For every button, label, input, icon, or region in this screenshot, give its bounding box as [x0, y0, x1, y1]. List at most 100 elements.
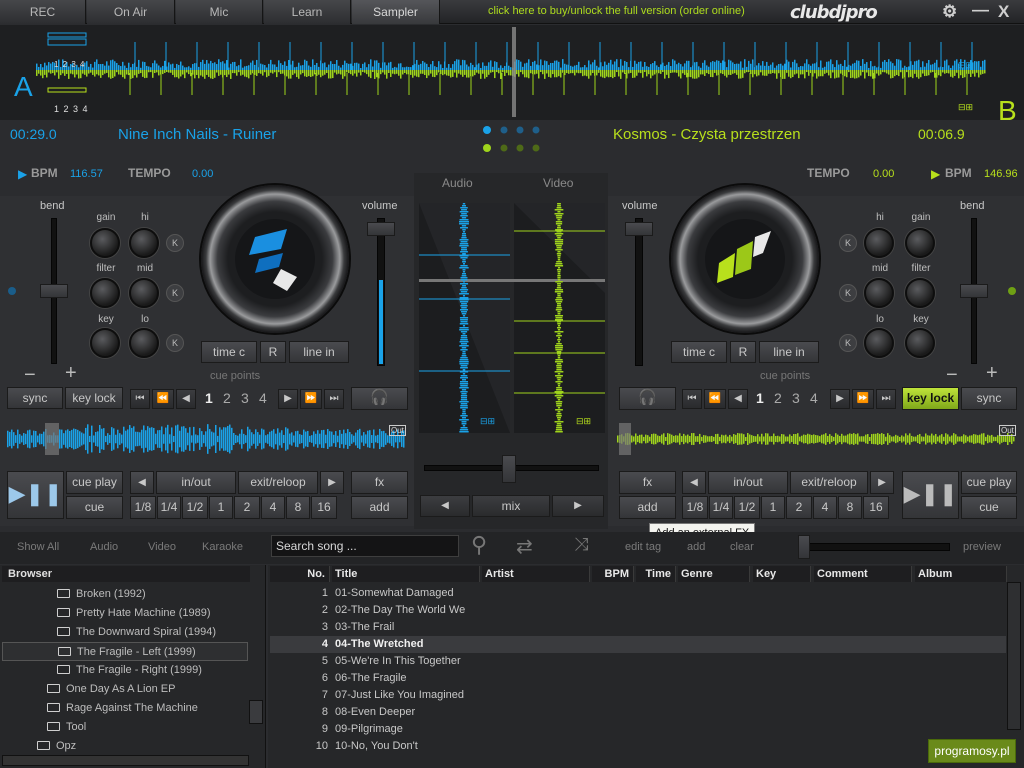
deck-a-loop-next-icon[interactable]: ▶	[320, 471, 344, 494]
deck-b-loop-4[interactable]: 2	[786, 496, 812, 519]
column-header-comment[interactable]: Comment	[814, 566, 912, 582]
deck-a-sync-button[interactable]: sync	[7, 387, 63, 409]
tree-item[interactable]: The Fragile - Left (1999)	[2, 642, 248, 661]
table-row[interactable]: 7 07-Just Like You Imagined	[270, 687, 1006, 704]
tree-item[interactable]: The Downward Spiral (1994)	[57, 623, 216, 642]
deck-b-r-button[interactable]: R	[730, 341, 756, 363]
deck-a-loop-3[interactable]: 1	[209, 496, 233, 519]
deck-a-exit-reloop-button[interactable]: exit/reloop	[238, 471, 318, 494]
column-header-no[interactable]: No.	[270, 566, 330, 582]
filter-karaoke[interactable]: Karaoke	[202, 541, 243, 553]
deck-b-rewind-icon[interactable]: ⏪	[704, 389, 726, 409]
deck-a-bend-slider[interactable]	[40, 284, 68, 298]
deck-a-gain-knob[interactable]	[90, 228, 120, 258]
crossfader-handle[interactable]	[502, 455, 516, 483]
filter-audio[interactable]: Audio	[90, 541, 118, 553]
deck-a-lo-kill-button[interactable]: K	[166, 334, 184, 352]
mix-button[interactable]: mix	[472, 495, 550, 517]
deck-a-hi-kill-button[interactable]: K	[166, 234, 184, 252]
deck-b-key-lock-button[interactable]: key lock	[902, 387, 959, 410]
deck-a-mini-waveform[interactable]	[7, 421, 407, 457]
deck-b-loop-3[interactable]: 1	[761, 496, 785, 519]
tree-scrollbar[interactable]	[249, 700, 263, 724]
gear-icon[interactable]: ⚙	[942, 2, 957, 22]
overview-waveform[interactable]: A B 1 2 3 4 1 2 3 4 ⊟⊞ ⊟⊞	[0, 25, 1024, 126]
deck-b-volume-slider[interactable]	[625, 222, 653, 236]
deck-b-mid-knob[interactable]	[864, 278, 894, 308]
tree-item[interactable]: One Day As A Lion EP	[47, 680, 175, 699]
deck-b-loop-2[interactable]: 1/2	[734, 496, 760, 519]
deck-a-lo-knob[interactable]	[129, 328, 159, 358]
tree-item[interactable]: Broken (1992)	[57, 585, 146, 604]
preview-slider-handle[interactable]	[798, 535, 810, 559]
column-header-title[interactable]: Title	[332, 566, 480, 582]
tree-item[interactable]: The Fragile - Right (1999)	[57, 661, 202, 680]
deck-a-in-out-button[interactable]: in/out	[156, 471, 236, 494]
mix-left-icon[interactable]: ◀	[420, 495, 470, 517]
deck-a-mid-knob[interactable]	[129, 278, 159, 308]
deck-a-loop-7[interactable]: 16	[311, 496, 337, 519]
search-icon[interactable]: ⚲	[471, 532, 487, 558]
tab-mic[interactable]: Mic	[176, 0, 263, 24]
table-row[interactable]: 4 04-The Wretched	[270, 636, 1006, 653]
deck-b-cue-1[interactable]: 1	[756, 390, 764, 406]
deck-a-filter-knob[interactable]	[90, 278, 120, 308]
tab-on-air[interactable]: On Air	[87, 0, 175, 24]
deck-b-play-pause-icon[interactable]: ▶❚❚	[902, 471, 959, 519]
buy-full-version-link[interactable]: click here to buy/unlock the full versio…	[488, 5, 745, 17]
deck-a-hi-knob[interactable]	[129, 228, 159, 258]
deck-b-exit-reloop-button[interactable]: exit/reloop	[790, 471, 868, 494]
deck-b-key-knob[interactable]	[905, 328, 935, 358]
deck-b-bend-slider[interactable]	[960, 284, 988, 298]
mixer-zoom-icon-b[interactable]: ⊟⊞	[576, 416, 591, 427]
deck-a-line-in-button[interactable]: line in	[289, 341, 349, 363]
deck-a-add-fx-button[interactable]: add	[351, 496, 408, 519]
deck-a-skip-start-icon[interactable]: ⏮	[130, 389, 150, 409]
deck-b-sync-button[interactable]: sync	[961, 387, 1017, 410]
deck-b-loop-7[interactable]: 16	[863, 496, 889, 519]
column-header-time[interactable]: Time	[636, 566, 676, 582]
deck-a-key-lock-button[interactable]: key lock	[65, 387, 123, 409]
table-row[interactable]: 5 05-We're In This Together	[270, 653, 1006, 670]
column-header-genre[interactable]: Genre	[678, 566, 750, 582]
table-row[interactable]: 6 06-The Fragile	[270, 670, 1006, 687]
deck-a-bend-plus-button[interactable]: +	[65, 362, 77, 385]
deck-b-cue-play-button[interactable]: cue play	[961, 471, 1017, 494]
deck-b-loop-prev-icon[interactable]: ◀	[682, 471, 706, 494]
tab-learn[interactable]: Learn	[264, 0, 351, 24]
deck-a-key-knob[interactable]	[90, 328, 120, 358]
deck-a-prev-icon[interactable]: ◀	[176, 389, 196, 409]
deck-a-bend-minus-button[interactable]: −	[24, 364, 36, 387]
column-header-artist[interactable]: Artist	[482, 566, 590, 582]
table-scrollbar[interactable]	[1007, 582, 1021, 730]
deck-b-jog-wheel[interactable]	[671, 185, 819, 333]
table-row[interactable]: 8 08-Even Deeper	[270, 704, 1006, 721]
deck-a-next-icon[interactable]: ▶	[278, 389, 298, 409]
deck-a-cue-4[interactable]: 4	[259, 390, 267, 406]
deck-a-fast-forward-icon[interactable]: ⏩	[300, 389, 322, 409]
deck-b-loop-0[interactable]: 1/8	[682, 496, 708, 519]
deck-b-fast-forward-icon[interactable]: ⏩	[852, 389, 874, 409]
deck-b-next-icon[interactable]: ▶	[830, 389, 850, 409]
deck-b-in-out-button[interactable]: in/out	[708, 471, 788, 494]
deck-b-cue-button[interactable]: cue	[961, 496, 1017, 519]
deck-b-filter-knob[interactable]	[905, 278, 935, 308]
deck-b-add-fx-button[interactable]: add	[619, 496, 676, 519]
deck-b-skip-start-icon[interactable]: ⏮	[682, 389, 702, 409]
mixer-tab-video[interactable]: Video	[543, 176, 573, 190]
deck-b-lo-knob[interactable]	[864, 328, 894, 358]
table-row[interactable]: 1 01-Somewhat Damaged	[270, 585, 1006, 602]
mixer-zoom-icon-a[interactable]: ⊟⊞	[480, 416, 495, 427]
deck-b-cue-3[interactable]: 3	[792, 390, 800, 406]
tree-item[interactable]: Tool	[47, 718, 86, 737]
table-row[interactable]: 3 03-The Frail	[270, 619, 1006, 636]
deck-a-jog-wheel[interactable]	[201, 185, 349, 333]
add-button[interactable]: add	[687, 541, 705, 553]
close-button[interactable]: X	[998, 2, 1009, 22]
deck-b-time-c-button[interactable]: time c	[671, 341, 727, 363]
tree-item[interactable]: Rage Against The Machine	[47, 699, 198, 718]
column-header-key[interactable]: Key	[753, 566, 811, 582]
deck-b-hi-kill-button[interactable]: K	[839, 234, 857, 252]
deck-b-cue-2[interactable]: 2	[774, 390, 782, 406]
shuffle-icon[interactable]: ⤨	[574, 534, 588, 555]
